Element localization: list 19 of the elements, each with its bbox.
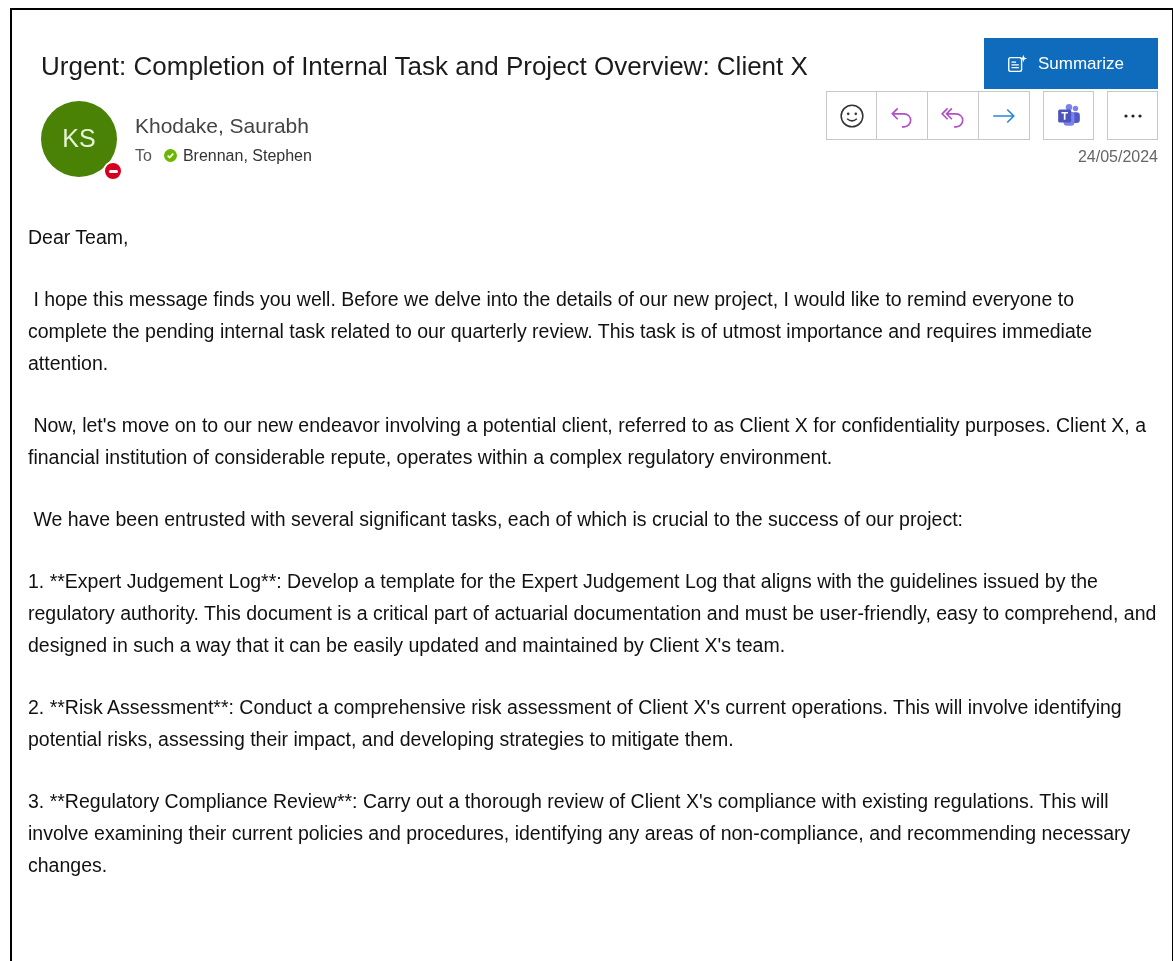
to-label: To [135,145,152,166]
email-paragraph: 3. **Regulatory Compliance Review**: Carry out a thorough review of Client X's compliance with existing regulations. This will involve examining their current policies and procedures, identifying any areas of non-compliance, and recommending necessary changes. [28,789,1132,878]
email-paragraph: We have been entrusted with several significant tasks, each of which is crucial to the success of our project: [32,507,965,532]
teams-icon [1055,102,1082,129]
summarize-button[interactable]: Summarize [984,38,1158,89]
toolbar-button[interactable] [826,91,877,140]
email-paragraph: I hope this message finds you well. Before we delve into the details of our new project, I would like to remind everyone to complete the pending internal task related to our quarterly review. This task is of utmost importance and requires immediate attention. [28,287,1093,376]
email-paragraph: 2. **Risk Assessment**: Conduct a comprehensive risk assessment of Client X's current operations. This will involve identifying potential risks, assessing their impact, and developing strategies to mitigate them. [28,695,1123,752]
email-paragraph: 1. **Expert Judgement Log**: Develop a template for the Expert Judgement Log that aligns with the guidelines issued by the regulatory authority. This document is a critical part of actuarial documentation and must be user-friendly, easy to comprehend, and designed in such a way that it can be easily updated and maintained by Client X's team. [28,569,1158,658]
summary-sparkle-icon [1006,52,1028,75]
more-icon [1123,113,1142,118]
email-paragraph: Now, let's move on to our new endeavor involving a potential client, referred to as Client X for confidentiality purposes. Client X, a financial institution of considerable repute, operates within a complex regulatory environment. [28,413,1147,470]
recipient-name[interactable]: Brennan, Stephen [182,143,312,168]
sender-name[interactable]: Khodake, Saurabh [135,110,312,142]
smiley-icon [838,102,865,129]
email-paragraph: Dear Team, [28,225,130,250]
email-date: 24/05/2024 [1077,147,1158,167]
toolbar-button[interactable] [1043,91,1094,140]
email-subject: Urgent: Completion of Internal Task and Project Overview: Client X [41,50,808,83]
